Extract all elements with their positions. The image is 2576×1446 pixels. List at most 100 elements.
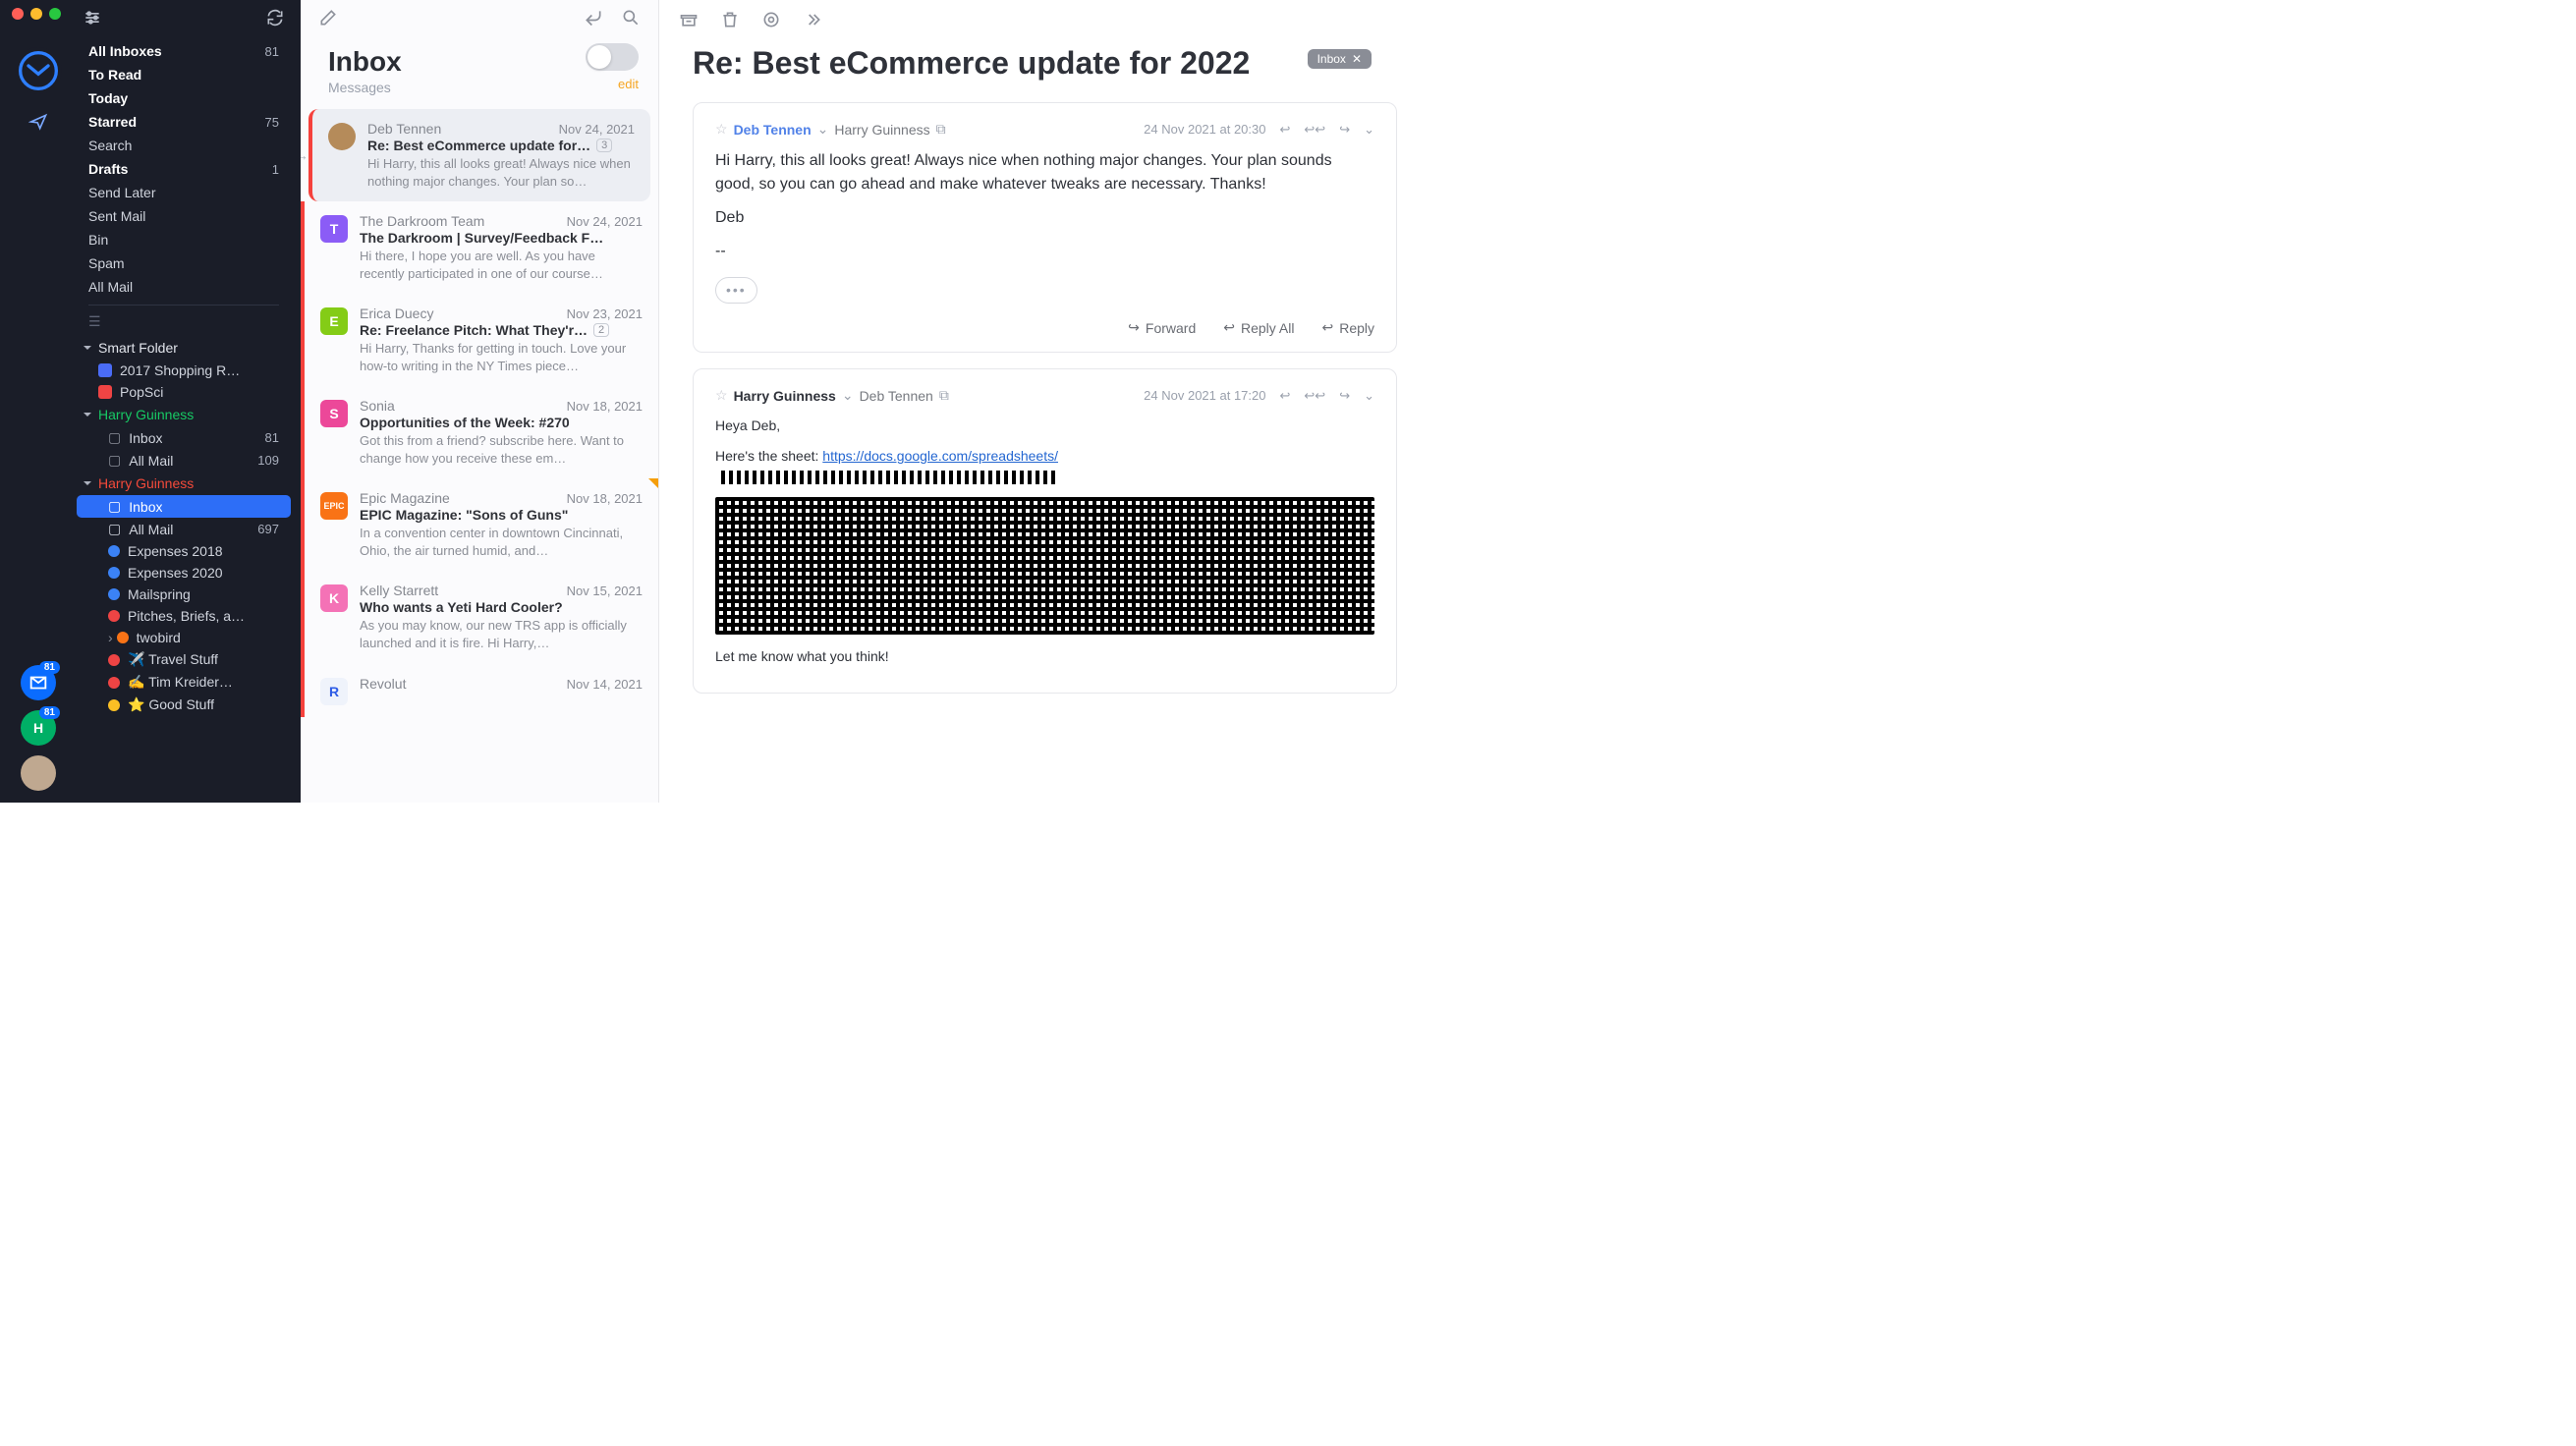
reply-button[interactable]: ↩ Reply [1321,319,1374,336]
send-icon[interactable] [28,112,48,132]
sidebar-item-all-inboxes[interactable]: All Inboxes81 [77,39,291,63]
message-item[interactable]: EErica DuecyNov 23, 2021Re: Freelance Pi… [301,294,658,386]
tag-item[interactable]: Mailspring [77,584,291,605]
message-list[interactable]: →Deb TennenNov 24, 2021Re: Best eCommerc… [301,109,658,803]
message-item[interactable]: EPICEpic MagazineNov 18, 2021EPIC Magazi… [301,478,658,571]
thread-count: 2 [593,323,609,337]
reply-all-quick-icon[interactable]: ↩↩ [1304,388,1325,404]
minimize-window[interactable] [30,8,42,20]
tag-item[interactable]: Expenses 2020 [77,562,291,584]
thread-scroll[interactable]: ☆ Deb Tennen ⌄ Harry Guinness ⧉ 24 Nov 2… [659,102,1430,803]
window-controls [12,8,61,20]
tag-item[interactable]: ⭐️ Good Stuff [77,694,291,716]
expand-icon[interactable]: ⌄ [1364,122,1374,138]
reply-icon[interactable] [584,8,603,28]
account-avatar-2[interactable]: H 81 [21,710,56,746]
compose-icon[interactable] [318,8,338,28]
message-item[interactable]: →Deb TennenNov 24, 2021Re: Best eCommerc… [308,109,650,201]
close-window[interactable] [12,8,24,20]
smart-folder-section[interactable]: Smart Folder [77,336,291,360]
folder-item[interactable]: ▢Inbox [77,495,291,518]
more-icon[interactable] [803,10,822,29]
sender-name[interactable]: Deb Tennen [734,122,812,138]
account-avatar-1[interactable]: 81 [21,665,56,700]
search-icon[interactable] [621,8,641,28]
message-item[interactable]: TThe Darkroom TeamNov 24, 2021The Darkro… [301,201,658,294]
sidebar-item-spam[interactable]: Spam [77,251,291,275]
sidebar-item-bin[interactable]: Bin [77,228,291,251]
folder-item[interactable]: ▢All Mail697 [77,518,291,540]
forward-quick-icon[interactable]: ↪ [1339,388,1350,404]
maximize-window[interactable] [49,8,61,20]
app-logo[interactable] [15,47,62,94]
account-1-header[interactable]: Harry Guinness [77,403,291,426]
sidebar-item-drafts[interactable]: Drafts1 [77,157,291,181]
email-message-1: ☆ Deb Tennen ⌄ Harry Guinness ⧉ 24 Nov 2… [693,102,1397,353]
message-preview: Hi Harry, this all looks great! Always n… [367,155,635,190]
smart-folder-item[interactable]: PopSci [77,381,291,403]
message-subject: Re: Freelance Pitch: What They'r… [360,322,588,338]
inbox-chip[interactable]: Inbox ✕ [1308,49,1372,69]
sidebar-item-send-later[interactable]: Send Later [77,181,291,204]
forward-quick-icon[interactable]: ↪ [1339,122,1350,138]
arrow-icon: → [301,147,308,163]
account-badge-2: 81 [39,706,60,719]
close-icon[interactable]: ✕ [1352,52,1362,66]
email-body: Hi Harry, this all looks great! Always n… [715,149,1374,304]
copy-icon[interactable]: ⧉ [939,387,949,404]
message-sender: Erica Duecy [360,306,433,321]
sidebar-item-starred[interactable]: Starred75 [77,110,291,134]
chevron-down-icon[interactable]: ⌄ [842,387,854,404]
list-edit-link[interactable]: edit [586,77,639,91]
sender-name[interactable]: Harry Guinness [734,388,836,404]
account-2-header[interactable]: Harry Guinness [77,472,291,495]
folder-item[interactable]: ▢All Mail109 [77,449,291,472]
message-item[interactable]: SSoniaNov 18, 2021Opportunities of the W… [301,386,658,478]
target-icon[interactable] [761,10,781,29]
sheet-link[interactable]: https://docs.google.com/spreadsheets/ [822,448,1058,464]
sync-icon[interactable] [265,8,285,28]
tag-item[interactable]: ›twobird [77,627,291,648]
email-message-2: ☆ Harry Guinness ⌄ Deb Tennen ⧉ 24 Nov 2… [693,368,1397,694]
message-preview: In a convention center in downtown Cinci… [360,525,643,559]
star-icon[interactable]: ☆ [715,121,728,138]
tag-color-dot [108,699,120,711]
message-item[interactable]: RRevolutNov 14, 2021 [301,664,658,717]
tag-item[interactable]: ✈️ Travel Stuff [77,648,291,671]
sidebar-item-today[interactable]: Today [77,86,291,110]
forward-button[interactable]: ↪ Forward [1128,319,1196,336]
settings-sliders-icon[interactable] [83,8,102,28]
expand-icon[interactable]: ⌄ [1364,388,1374,404]
sidebar-handle-icon[interactable]: ☰ [77,313,291,330]
message-sender: Epic Magazine [360,490,450,506]
reply-quick-icon[interactable]: ↩ [1279,122,1290,138]
smart-folder-item[interactable]: 2017 Shopping R… [77,360,291,381]
message-subject: Opportunities of the Week: #270 [360,415,570,430]
message-preview: Hi Harry, Thanks for getting in touch. L… [360,340,643,374]
sidebar-item-all-mail[interactable]: All Mail [77,275,291,299]
reply-quick-icon[interactable]: ↩ [1279,388,1290,404]
redacted-text [721,471,1055,484]
reply-all-button[interactable]: ↩ Reply All [1223,319,1294,336]
chevron-down-icon[interactable]: ⌄ [817,121,829,138]
copy-icon[interactable]: ⧉ [936,121,946,138]
list-toggle[interactable] [586,43,639,71]
tag-item[interactable]: ✍️ Tim Kreider… [77,671,291,694]
reply-all-quick-icon[interactable]: ↩↩ [1304,122,1325,138]
message-item[interactable]: KKelly StarrettNov 15, 2021Who wants a Y… [301,571,658,663]
sidebar-item-search[interactable]: Search [77,134,291,157]
avatar [328,123,356,150]
message-list-pane: Inbox Messages edit →Deb TennenNov 24, 2… [301,0,659,803]
account-avatar-3[interactable] [21,755,56,791]
archive-icon[interactable] [679,10,699,29]
rail-accounts: 81 H 81 [21,665,56,791]
sidebar-item-to-read[interactable]: To Read [77,63,291,86]
show-more-button[interactable]: ••• [715,277,757,304]
tag-item[interactable]: Pitches, Briefs, a… [77,605,291,627]
star-icon[interactable]: ☆ [715,387,728,404]
folder-item[interactable]: ▢Inbox81 [77,426,291,449]
trash-icon[interactable] [720,10,740,29]
sidebar-item-sent-mail[interactable]: Sent Mail [77,204,291,228]
account-badge-1: 81 [39,661,60,674]
tag-item[interactable]: Expenses 2018 [77,540,291,562]
